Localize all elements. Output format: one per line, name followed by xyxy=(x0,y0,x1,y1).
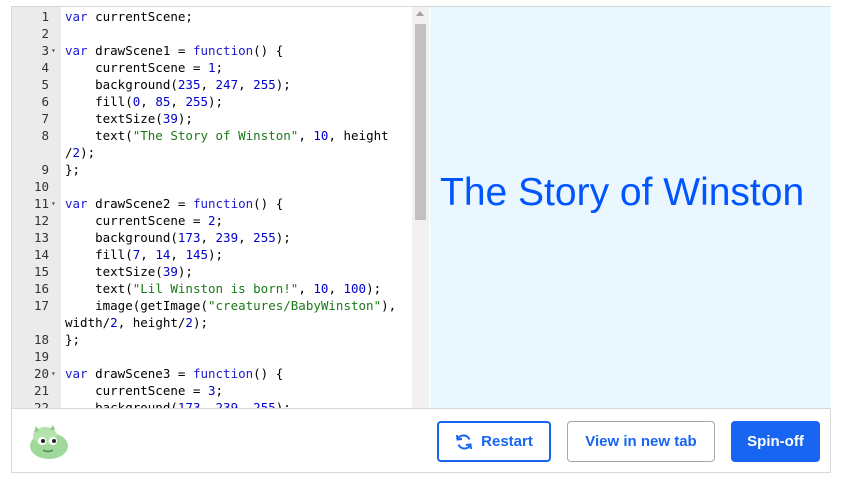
restart-label: Restart xyxy=(481,433,533,450)
line-number: 10 xyxy=(33,179,49,194)
line-number: 21 xyxy=(33,383,49,398)
spin-off-label: Spin-off xyxy=(747,433,804,450)
code-editor[interactable]: 1 var currentScene; 2 3 ▾ var drawScene1 = fu… xyxy=(12,7,429,408)
line-number: 1 xyxy=(41,9,49,24)
spin-off-button[interactable]: Spin-off xyxy=(731,421,820,462)
code-text: background(173, 239, 255); xyxy=(65,400,291,408)
code-line[interactable]: 15 textSize(39); xyxy=(12,263,412,280)
code-text: textSize(39); xyxy=(65,264,193,279)
code-line[interactable]: 3 ▾ var drawScene1 = function() { xyxy=(12,42,412,59)
line-number: 4 xyxy=(41,60,49,75)
restart-button[interactable]: Restart xyxy=(437,421,551,462)
code-line[interactable]: 12 currentScene = 2; xyxy=(12,212,412,229)
code-line[interactable]: 2 xyxy=(12,25,412,42)
code-text: fill(0, 85, 255); xyxy=(65,94,224,109)
line-number: 12 xyxy=(33,213,49,228)
code-text: var drawScene1 = function() { xyxy=(65,43,284,58)
line-number: 16 xyxy=(33,281,49,296)
line-number: 17 xyxy=(33,298,49,313)
code-line[interactable]: 5 background(235, 247, 255); xyxy=(12,76,412,93)
code-text: text("The Story of Winston", 10, height xyxy=(65,128,389,143)
line-number: 3 xyxy=(41,43,49,58)
line-number: 8 xyxy=(41,128,49,143)
code-text: }; xyxy=(65,162,81,177)
code-line[interactable]: 17 image(getImage("creatures/BabyWinston… xyxy=(12,297,412,314)
code-line[interactable]: 1 var currentScene; xyxy=(12,8,412,25)
code-text: background(235, 247, 255); xyxy=(65,77,291,92)
code-text: fill(7, 14, 145); xyxy=(65,247,224,262)
output-canvas[interactable]: The Story of Winston xyxy=(430,7,831,408)
fold-arrow-icon[interactable]: ▾ xyxy=(51,195,56,212)
program-frame: 1 var currentScene; 2 3 ▾ var drawScene1 = fu… xyxy=(11,6,831,473)
fold-arrow-icon[interactable]: ▾ xyxy=(51,42,56,59)
line-number: 18 xyxy=(33,332,49,347)
code-line[interactable]: 16 text("Lil Winston is born!", 10, 100)… xyxy=(12,280,412,297)
line-number: 11 xyxy=(33,196,49,211)
code-text: /2); xyxy=(65,145,96,160)
line-number: 14 xyxy=(33,247,49,262)
code-text: currentScene = 2; xyxy=(65,213,224,228)
code-line[interactable]: 11 ▾ var drawScene2 = function() { xyxy=(12,195,412,212)
code-text: background(173, 239, 255); xyxy=(65,230,291,245)
code-line[interactable]: 18}; xyxy=(12,331,412,348)
view-in-new-tab-label: View in new tab xyxy=(585,433,697,450)
code-line[interactable]: 9}; xyxy=(12,161,412,178)
code-lines[interactable]: 1 var currentScene; 2 3 ▾ var drawScene1 = fu… xyxy=(12,8,412,408)
line-number: 19 xyxy=(33,349,49,364)
code-text: }; xyxy=(65,332,81,347)
canvas-title-text: The Story of Winston xyxy=(440,171,805,214)
code-line[interactable]: 19 xyxy=(12,348,412,365)
code-line[interactable]: 14 fill(7, 14, 145); xyxy=(12,246,412,263)
code-text: width/2, height/2); xyxy=(65,315,209,330)
editor-scrollbar[interactable] xyxy=(412,7,429,408)
line-number: 15 xyxy=(33,264,49,279)
program-toolbar: Restart View in new tab Spin-off xyxy=(12,408,830,472)
code-line[interactable]: 7 textSize(39); xyxy=(12,110,412,127)
line-number: 13 xyxy=(33,230,49,245)
code-text: var drawScene3 = function() { xyxy=(65,366,284,381)
restart-icon xyxy=(456,433,473,450)
view-in-new-tab-button[interactable]: View in new tab xyxy=(567,421,715,462)
code-line[interactable]: 13 background(173, 239, 255); xyxy=(12,229,412,246)
line-number: 22 xyxy=(33,400,49,408)
line-number: 7 xyxy=(41,111,49,126)
code-line[interactable]: width/2, height/2); xyxy=(12,314,412,331)
code-line[interactable]: 20 ▾ var drawScene3 = function() { xyxy=(12,365,412,382)
scroll-up-arrow-icon[interactable] xyxy=(416,11,424,16)
code-line[interactable]: 21 currentScene = 3; xyxy=(12,382,412,399)
code-text: textSize(39); xyxy=(65,111,193,126)
code-line[interactable]: 4 currentScene = 1; xyxy=(12,59,412,76)
code-text: currentScene = 3; xyxy=(65,383,224,398)
line-number: 9 xyxy=(41,162,49,177)
code-line[interactable]: 10 xyxy=(12,178,412,195)
code-line[interactable]: 8 text("The Story of Winston", 10, heigh… xyxy=(12,127,412,144)
line-number: 6 xyxy=(41,94,49,109)
winston-avatar-icon xyxy=(28,424,70,460)
code-text: image(getImage("creatures/BabyWinston"), xyxy=(65,298,397,313)
code-text: currentScene = 1; xyxy=(65,60,224,75)
fold-arrow-icon[interactable]: ▾ xyxy=(51,365,56,382)
code-text: var drawScene2 = function() { xyxy=(65,196,284,211)
code-line[interactable]: 22 background(173, 239, 255); xyxy=(12,399,412,408)
code-text: text("Lil Winston is born!", 10, 100); xyxy=(65,281,382,296)
line-number: 2 xyxy=(41,26,49,41)
line-number: 20 xyxy=(33,366,49,381)
code-text: var currentScene; xyxy=(65,9,193,24)
line-number: 5 xyxy=(41,77,49,92)
scrollbar-thumb[interactable] xyxy=(415,24,426,220)
code-line[interactable]: 6 fill(0, 85, 255); xyxy=(12,93,412,110)
code-line[interactable]: /2); xyxy=(12,144,412,161)
